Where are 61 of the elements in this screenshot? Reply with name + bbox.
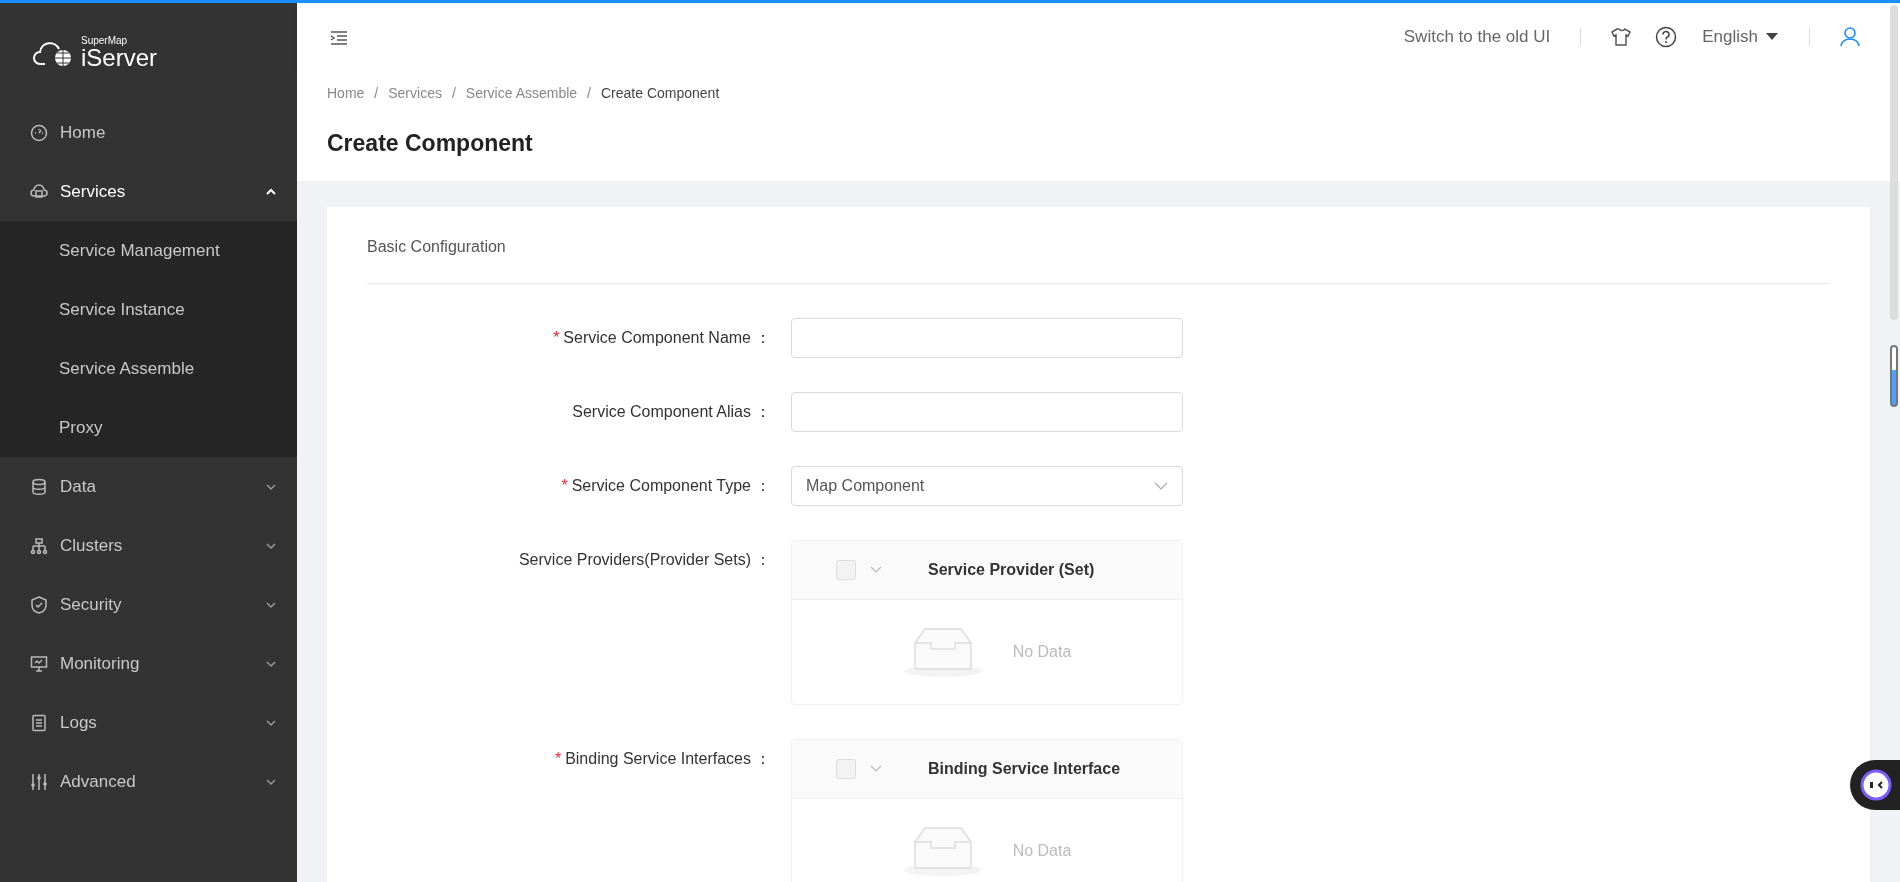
robot-face-icon [1860, 769, 1892, 801]
submenu-item[interactable]: Service Assemble [0, 339, 297, 398]
breadcrumb-separator: / [374, 84, 379, 103]
monitor-icon [30, 654, 48, 673]
menu-item[interactable]: Data [0, 457, 297, 516]
field-label: * Binding Service Interfaces ： [553, 748, 772, 769]
menu-item[interactable]: Monitoring [0, 634, 297, 693]
menu-icon [330, 29, 348, 46]
help-icon[interactable] [1655, 26, 1678, 48]
breadcrumb-link[interactable]: Service Assemble [465, 83, 578, 104]
cloud-icon [30, 182, 48, 201]
shirt-icon[interactable] [1611, 27, 1632, 47]
menu-item[interactable]: Clusters [0, 516, 297, 575]
empty-text: No Data [1012, 641, 1072, 662]
menu-item[interactable]: Security [0, 575, 297, 634]
field-label: Service Component Alias ： [571, 401, 772, 422]
chat-assistant-button[interactable] [1850, 760, 1900, 810]
switch-ui-link[interactable]: Switch to the old UI [1403, 24, 1551, 50]
breadcrumb-link[interactable]: Services [388, 83, 442, 104]
submenu-item[interactable]: Service Instance [0, 280, 297, 339]
breadcrumb-separator: / [451, 84, 456, 103]
database-icon [30, 477, 48, 496]
dashboard-icon [30, 123, 48, 142]
page-title: Create Component [327, 129, 534, 158]
section-title: Basic Configuration [367, 234, 1830, 284]
list-header: Service Provider (Set) [928, 559, 1095, 580]
field-label: * Service Component Name ： [552, 327, 772, 348]
menu-item[interactable]: Home [0, 103, 297, 162]
shield-check-icon [30, 595, 48, 614]
language-dropdown[interactable]: English [1701, 23, 1779, 51]
user-icon[interactable] [1840, 27, 1860, 47]
empty-inbox-icon [902, 825, 983, 876]
brand-name: SuperMap [81, 36, 129, 46]
chevron-down-icon [1154, 481, 1168, 490]
scrollbar-track[interactable] [1890, 5, 1898, 320]
text-field[interactable] [791, 391, 1183, 432]
select-field[interactable]: Map Component [791, 465, 1183, 506]
chevron-down-icon [870, 764, 882, 773]
network-icon [30, 536, 48, 555]
select-all-checkbox[interactable] [836, 758, 856, 779]
text-field[interactable] [791, 317, 1183, 358]
field-label: Service Providers(Provider Sets) ： [517, 549, 772, 570]
empty-inbox-icon [902, 626, 983, 677]
sliders-icon [30, 772, 48, 791]
empty-text: No Data [1012, 840, 1072, 861]
field-label: * Service Component Type ： [560, 475, 772, 496]
scrollbar-thumb[interactable] [1890, 345, 1898, 407]
submenu-item[interactable]: Service Management [0, 221, 297, 280]
breadcrumb-link[interactable]: Home [327, 83, 365, 104]
breadcrumb-current: Create Component [601, 84, 720, 103]
submenu-item[interactable]: Proxy [0, 398, 297, 457]
list-header: Binding Service Interface [928, 758, 1121, 779]
menu-item[interactable]: Advanced [0, 752, 297, 811]
chevron-down-icon [870, 565, 882, 574]
document-icon [30, 713, 48, 732]
select-all-checkbox[interactable] [836, 559, 856, 580]
menu-item[interactable]: Services [0, 162, 297, 221]
product-name: iServer [81, 46, 158, 70]
breadcrumb-separator: / [587, 84, 591, 103]
caret-down-icon [1766, 33, 1778, 41]
menu-item[interactable]: Logs [0, 693, 297, 752]
